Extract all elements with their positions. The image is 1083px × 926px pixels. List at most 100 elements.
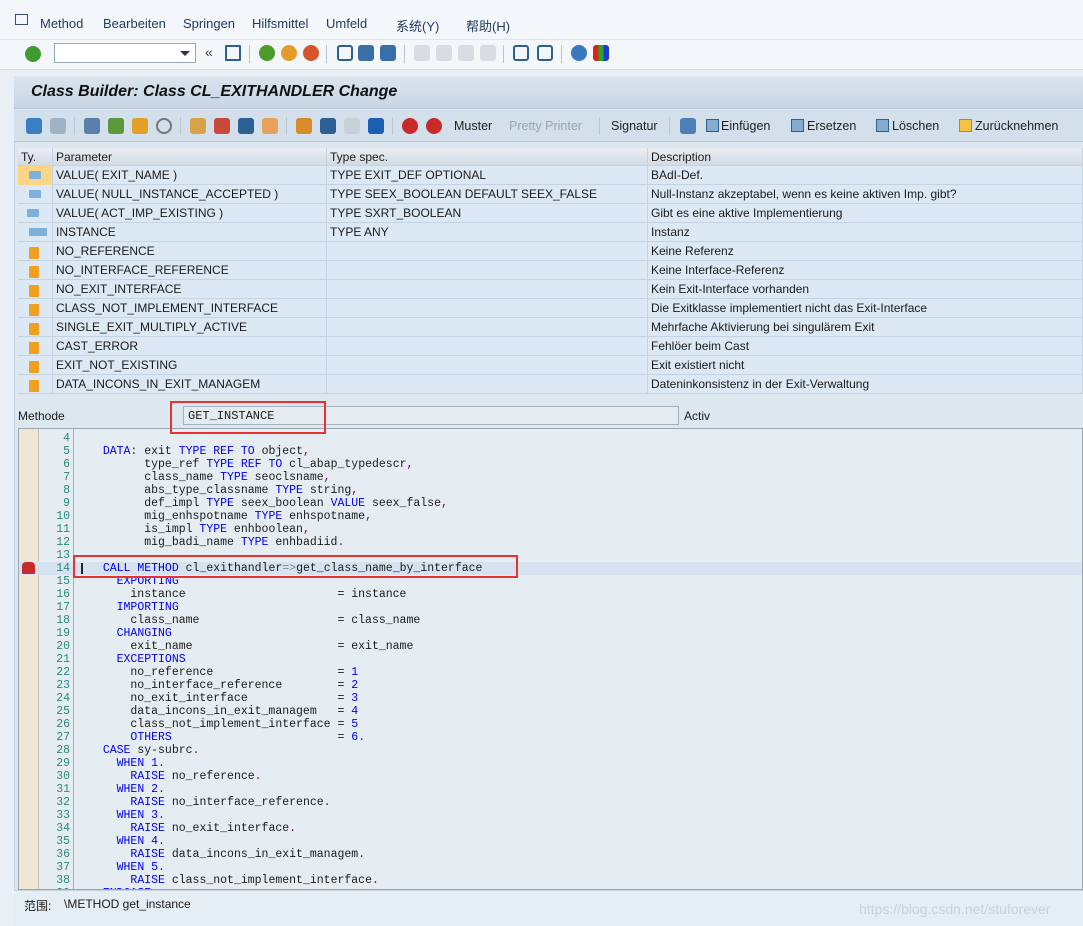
parameter-cell[interactable]: NO_INTERFACE_REFERENCE [53, 261, 327, 280]
breakpoint-icon[interactable] [402, 118, 418, 134]
code-line[interactable]: 22 no_reference = 1 [19, 666, 1082, 679]
table-row[interactable]: SINGLE_EXIT_MULTIPLY_ACTIVE Mehrfache Ak… [18, 318, 1083, 337]
type-spec-cell[interactable] [327, 242, 648, 261]
menu-item[interactable]: Method [40, 16, 83, 31]
code-line[interactable]: 32 RAISE no_interface_reference. [19, 796, 1082, 809]
first-page-icon[interactable] [414, 45, 430, 61]
code-line[interactable]: 26 class_not_implement_interface = 5 [19, 718, 1082, 731]
exit-point-icon[interactable] [262, 118, 278, 134]
type-cell[interactable] [18, 223, 53, 242]
stack-icon[interactable] [320, 118, 336, 134]
header-ty[interactable]: Ty. [18, 148, 53, 167]
type-cell[interactable] [18, 185, 53, 204]
find-icon[interactable] [358, 45, 374, 61]
table-row[interactable]: VALUE( EXIT_NAME ) TYPE EXIT_DEF OPTIONA… [18, 166, 1083, 185]
parameter-cell[interactable]: VALUE( NULL_INSTANCE_ACCEPTED ) [53, 185, 327, 204]
parameter-cell[interactable]: INSTANCE [53, 223, 327, 242]
code-line[interactable]: 10 mig_enhspotname TYPE enhspotname, [19, 510, 1082, 523]
table-row[interactable]: DATA_INCONS_IN_EXIT_MANAGEM Dateninkonsi… [18, 375, 1083, 394]
type-spec-cell[interactable]: TYPE ANY [327, 223, 648, 242]
table-row[interactable]: VALUE( ACT_IMP_EXISTING ) TYPE SXRT_BOOL… [18, 204, 1083, 223]
code-line[interactable]: 36 RAISE data_incons_in_exit_managem. [19, 848, 1082, 861]
command-field[interactable] [54, 43, 196, 63]
code-line[interactable]: 18 class_name = class_name [19, 614, 1082, 627]
type-cell[interactable] [18, 337, 53, 356]
info-icon[interactable] [368, 118, 384, 134]
save-icon[interactable] [225, 45, 241, 61]
description-cell[interactable]: Exit existiert nicht [648, 356, 1083, 375]
code-line[interactable]: 30 RAISE no_reference. [19, 770, 1082, 783]
code-line[interactable]: 21 EXCEPTIONS [19, 653, 1082, 666]
code-line[interactable]: 24 no_exit_interface = 3 [19, 692, 1082, 705]
code-line[interactable]: 38 RAISE class_not_implement_interface. [19, 874, 1082, 887]
header-type-spec[interactable]: Type spec. [327, 148, 648, 167]
code-line[interactable]: 9 def_impl TYPE seex_boolean VALUE seex_… [19, 497, 1082, 510]
parameter-cell[interactable]: SINGLE_EXIT_MULTIPLY_ACTIVE [53, 318, 327, 337]
menu-item[interactable]: Springen [183, 16, 235, 31]
pretty-printer-button[interactable]: Pretty Printer [509, 119, 582, 133]
description-cell[interactable]: Instanz [648, 223, 1083, 242]
code-line[interactable]: 29 WHEN 1. [19, 757, 1082, 770]
type-cell[interactable] [18, 318, 53, 337]
description-cell[interactable]: BAdI-Def. [648, 166, 1083, 185]
next-page-icon[interactable] [458, 45, 474, 61]
where-used-icon[interactable] [156, 118, 172, 134]
code-line[interactable]: 33 WHEN 3. [19, 809, 1082, 822]
header-description[interactable]: Description [648, 148, 1083, 167]
loeschen-button[interactable]: Löschen [892, 119, 939, 133]
description-cell[interactable]: Null-Instanz akzeptabel, wenn es keine a… [648, 185, 1083, 204]
ersetzen-button[interactable]: Ersetzen [807, 119, 856, 133]
code-line[interactable]: 7 class_name TYPE seoclsname, [19, 471, 1082, 484]
type-spec-cell[interactable] [327, 261, 648, 280]
type-spec-cell[interactable] [327, 280, 648, 299]
menu-item[interactable]: 帮助(H) [466, 16, 510, 35]
prev-page-icon[interactable] [436, 45, 452, 61]
code-editor[interactable]: 45 DATA: exit TYPE REF TO object, 6 type_… [18, 428, 1083, 890]
code-line[interactable]: 20 exit_name = exit_name [19, 640, 1082, 653]
new-session-icon[interactable] [513, 45, 529, 61]
parameter-cell[interactable]: VALUE( EXIT_NAME ) [53, 166, 327, 185]
parameter-cell[interactable]: DATA_INCONS_IN_EXIT_MANAGEM [53, 375, 327, 394]
shortcut-icon[interactable] [537, 45, 553, 61]
einfuegen-button[interactable]: Einfügen [721, 119, 770, 133]
description-cell[interactable]: Die Exitklasse implementiert nicht das E… [648, 299, 1083, 318]
code-line[interactable]: 31 WHEN 2. [19, 783, 1082, 796]
signatur-button[interactable]: Signatur [611, 119, 658, 133]
code-line[interactable]: 5 DATA: exit TYPE REF TO object, [19, 445, 1082, 458]
find-next-icon[interactable] [380, 45, 396, 61]
parameter-cell[interactable]: NO_EXIT_INTERFACE [53, 280, 327, 299]
code-line[interactable]: 23 no_interface_reference = 2 [19, 679, 1082, 692]
type-spec-cell[interactable] [327, 299, 648, 318]
enter-icon[interactable] [25, 46, 41, 62]
table-row[interactable]: INSTANCE TYPE ANY Instanz [18, 223, 1083, 242]
table-row[interactable]: NO_INTERFACE_REFERENCE Keine Interface-R… [18, 261, 1083, 280]
exit-icon[interactable] [281, 45, 297, 61]
parameter-cell[interactable]: CLASS_NOT_IMPLEMENT_INTERFACE [53, 299, 327, 318]
type-cell[interactable] [18, 261, 53, 280]
collapse-icon[interactable]: « [205, 44, 213, 60]
activate-icon[interactable] [132, 118, 148, 134]
menu-icon[interactable] [15, 14, 28, 25]
type-cell[interactable] [18, 375, 53, 394]
menu-item[interactable]: 系统(Y) [396, 16, 439, 35]
back-icon[interactable] [259, 45, 275, 61]
code-line[interactable]: 12 mig_badi_name TYPE enhbadiid. [19, 536, 1082, 549]
description-cell[interactable]: Gibt es eine aktive Implementierung [648, 204, 1083, 223]
enhance-icon[interactable] [238, 118, 254, 134]
type-spec-cell[interactable]: TYPE SXRT_BOOLEAN [327, 204, 648, 223]
header-parameter[interactable]: Parameter [53, 148, 327, 167]
type-spec-cell[interactable] [327, 318, 648, 337]
code-line[interactable]: 8 abs_type_classname TYPE string, [19, 484, 1082, 497]
layout-icon[interactable] [593, 45, 609, 61]
type-cell[interactable] [18, 242, 53, 261]
check-icon[interactable] [108, 118, 124, 134]
table-row[interactable]: VALUE( NULL_INSTANCE_ACCEPTED ) TYPE SEE… [18, 185, 1083, 204]
code-line[interactable]: 25 data_incons_in_exit_managem = 4 [19, 705, 1082, 718]
dropdown-icon[interactable] [180, 51, 190, 61]
description-cell[interactable]: Kein Exit-Interface vorhanden [648, 280, 1083, 299]
parameter-cell[interactable]: NO_REFERENCE [53, 242, 327, 261]
code-line[interactable]: 16 instance = instance [19, 588, 1082, 601]
code-line[interactable]: 27 OTHERS = 6. [19, 731, 1082, 744]
type-spec-cell[interactable] [327, 356, 648, 375]
zuruecknehmen-button[interactable]: Zurücknehmen [975, 119, 1058, 133]
